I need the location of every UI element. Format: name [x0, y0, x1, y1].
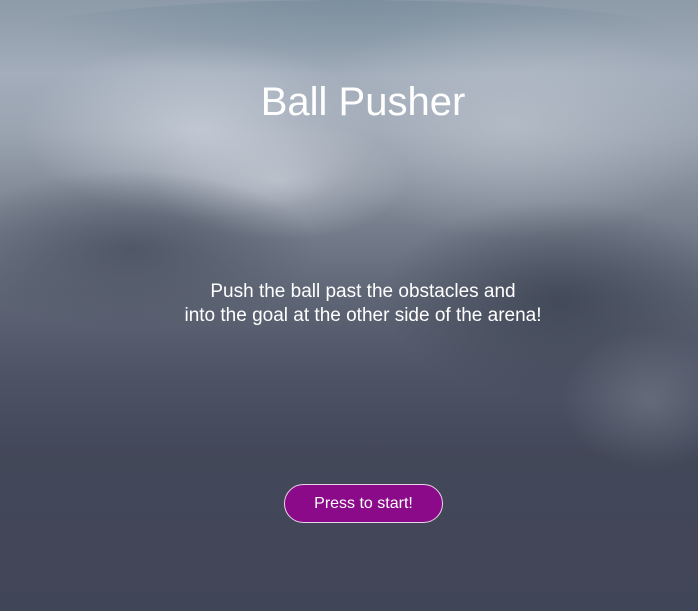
game-description: Push the ball past the obstacles and int…	[0, 280, 698, 328]
game-description-line-2: into the goal at the other side of the a…	[184, 305, 542, 326]
game-title: Ball Pusher	[260, 80, 466, 124]
game-description-line-1: Push the ball past the obstacles and	[210, 281, 516, 302]
start-button[interactable]: Press to start!	[284, 484, 443, 523]
